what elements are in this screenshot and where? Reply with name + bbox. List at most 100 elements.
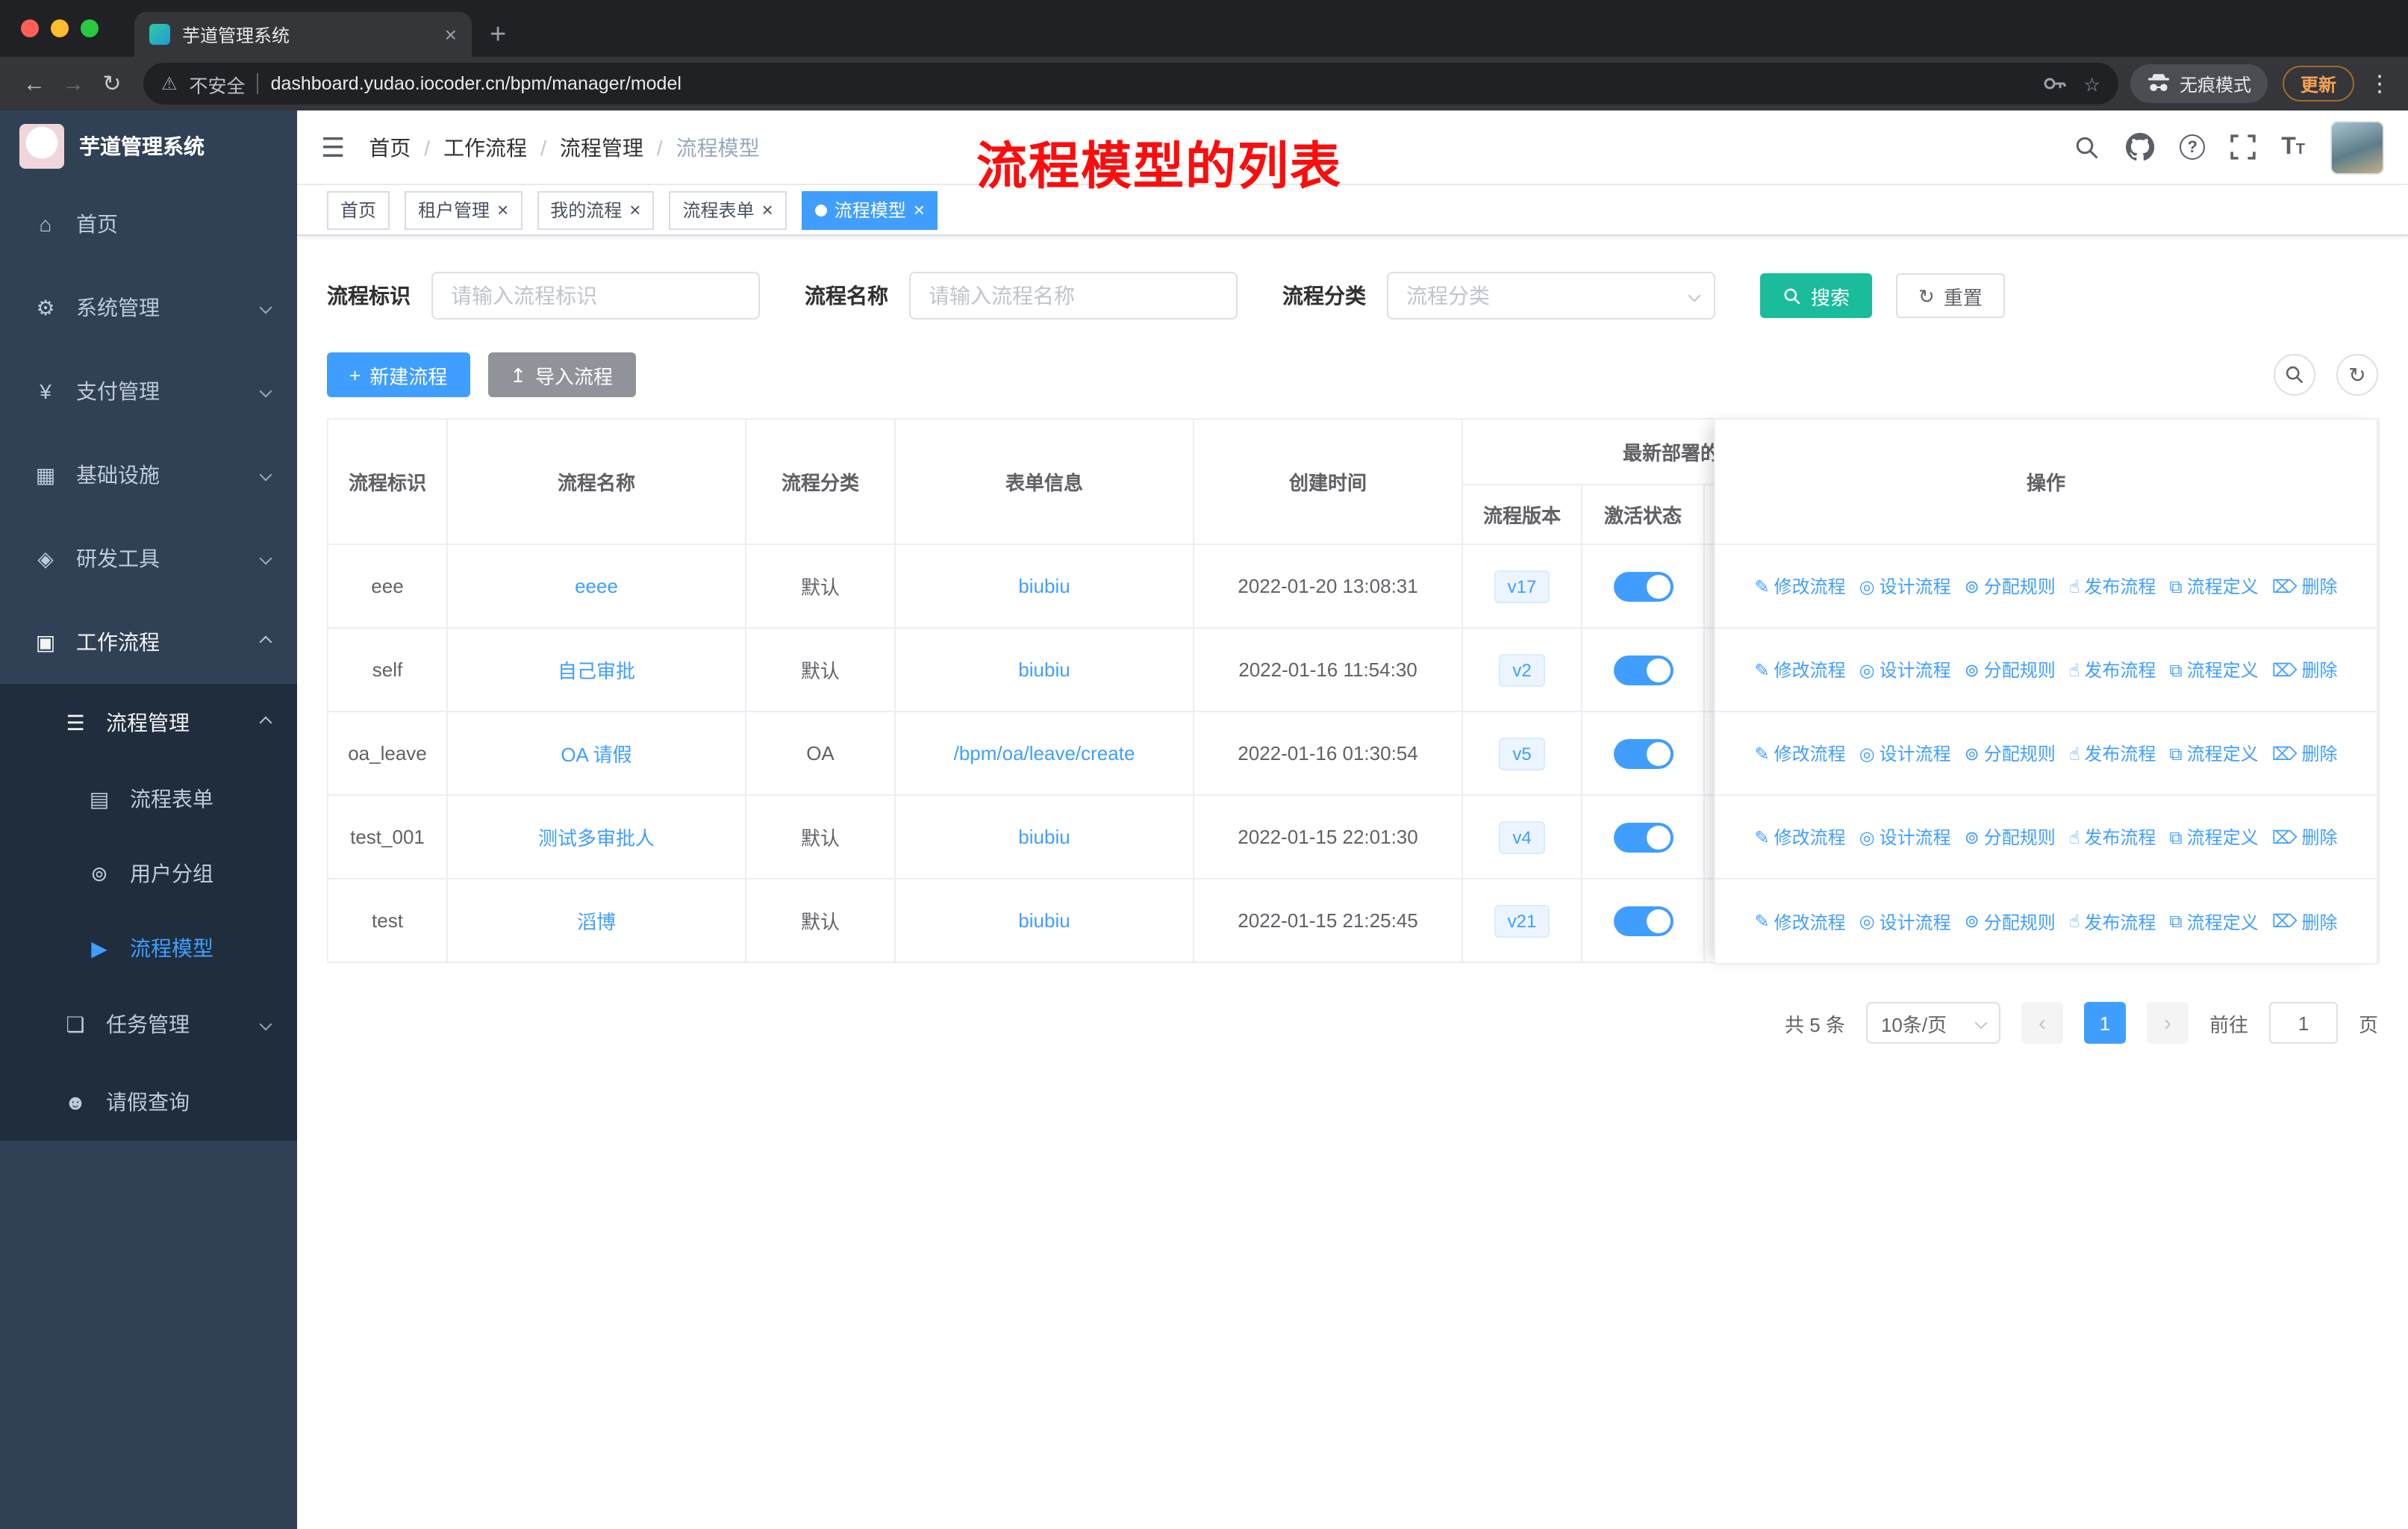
address-bar[interactable]: ⚠ 不安全 dashboard.yudao.iocoder.cn/bpm/man…: [143, 63, 2118, 105]
page-size-select[interactable]: 10条/页: [1865, 1002, 2000, 1044]
sidebar-item-user-group[interactable]: ⊚ 用户分组: [0, 836, 297, 911]
breadcrumb-item[interactable]: 流程管理: [560, 132, 643, 162]
process-name-link[interactable]: OA 请假: [561, 744, 631, 766]
key-icon[interactable]: [2042, 72, 2066, 96]
active-toggle[interactable]: [1613, 571, 1673, 601]
action-edit[interactable]: ✎ 修改流程: [1754, 741, 1845, 766]
app-logo[interactable]: 芋道管理系统: [0, 110, 297, 182]
action-edit[interactable]: ✎ 修改流程: [1754, 909, 1845, 934]
minimize-window-button[interactable]: [51, 19, 69, 37]
action-publish[interactable]: ☝ 发布流程: [2069, 657, 2156, 682]
process-id-input[interactable]: [431, 272, 760, 320]
sidebar-item-process-form[interactable]: ▤ 流程表单: [0, 762, 297, 836]
action-definition[interactable]: ⧉ 流程定义: [2169, 573, 2258, 599]
sidebar-item-process-management[interactable]: ☰ 流程管理: [0, 684, 297, 762]
action-delete[interactable]: ⌦ 删除: [2272, 573, 2338, 599]
process-name-link[interactable]: 自己审批: [558, 660, 635, 682]
sidebar-item-devtools[interactable]: ◈ 研发工具: [0, 517, 297, 600]
toolbar-search-button[interactable]: [2274, 354, 2315, 396]
user-avatar[interactable]: [2330, 120, 2384, 174]
form-info-link[interactable]: biubiu: [1018, 575, 1070, 597]
reload-icon[interactable]: ↻: [93, 72, 131, 95]
sidebar-item-home[interactable]: ⌂ 首页: [0, 182, 297, 266]
prev-page-button[interactable]: ‹: [2021, 1002, 2063, 1044]
action-edit[interactable]: ✎ 修改流程: [1754, 573, 1845, 599]
search-button[interactable]: 搜索: [1760, 273, 1873, 318]
tag-home[interactable]: 首页: [327, 190, 390, 229]
tag-process-model[interactable]: 流程模型 ×: [801, 190, 938, 229]
process-name-link[interactable]: eeee: [575, 575, 618, 597]
back-icon[interactable]: ←: [15, 72, 54, 95]
github-icon[interactable]: [2126, 133, 2155, 161]
forward-icon[interactable]: →: [54, 72, 93, 95]
new-tab-button[interactable]: +: [490, 21, 506, 49]
process-name-link[interactable]: 滔博: [577, 911, 616, 933]
close-window-button[interactable]: [21, 19, 39, 37]
action-edit[interactable]: ✎ 修改流程: [1754, 824, 1845, 850]
action-publish[interactable]: ☝ 发布流程: [2069, 824, 2156, 850]
active-toggle[interactable]: [1613, 822, 1673, 852]
close-icon[interactable]: ×: [914, 200, 925, 219]
browser-update-button[interactable]: 更新: [2282, 66, 2354, 102]
close-icon[interactable]: ×: [629, 200, 640, 219]
action-assign-rule[interactable]: ⊚ 分配规则: [1965, 824, 2056, 850]
active-toggle[interactable]: [1613, 738, 1673, 768]
action-publish[interactable]: ☝ 发布流程: [2069, 573, 2156, 599]
search-icon[interactable]: [2074, 134, 2100, 161]
maximize-window-button[interactable]: [81, 19, 99, 37]
page-number-current[interactable]: 1: [2083, 1002, 2126, 1044]
action-design[interactable]: ◎ 设计流程: [1859, 573, 1951, 599]
form-info-link[interactable]: /bpm/oa/leave/create: [954, 742, 1135, 764]
version-badge[interactable]: v21: [1494, 904, 1550, 937]
browser-menu-icon[interactable]: ⋮: [2366, 70, 2393, 97]
goto-page-input[interactable]: [2268, 1002, 2338, 1044]
form-info-link[interactable]: biubiu: [1018, 909, 1070, 932]
tag-my-process[interactable]: 我的流程 ×: [537, 190, 655, 229]
active-toggle[interactable]: [1613, 906, 1673, 935]
action-assign-rule[interactable]: ⊚ 分配规则: [1965, 657, 2056, 682]
action-assign-rule[interactable]: ⊚ 分配规则: [1965, 741, 2056, 766]
sidebar-item-infrastructure[interactable]: ▦ 基础设施: [0, 433, 297, 517]
reset-button[interactable]: ↻ 重置: [1896, 273, 2005, 318]
action-publish[interactable]: ☝ 发布流程: [2069, 741, 2156, 766]
process-name-input[interactable]: [909, 272, 1238, 320]
action-delete[interactable]: ⌦ 删除: [2272, 824, 2338, 850]
action-definition[interactable]: ⧉ 流程定义: [2169, 909, 2258, 934]
action-assign-rule[interactable]: ⊚ 分配规则: [1965, 909, 2056, 934]
action-delete[interactable]: ⌦ 删除: [2272, 657, 2338, 682]
breadcrumb-item[interactable]: 工作流程: [443, 132, 527, 162]
action-assign-rule[interactable]: ⊚ 分配规则: [1965, 573, 2056, 599]
close-icon[interactable]: ×: [497, 200, 508, 219]
process-name-link[interactable]: 测试多审批人: [538, 827, 655, 850]
version-badge[interactable]: v5: [1499, 737, 1545, 770]
action-design[interactable]: ◎ 设计流程: [1859, 824, 1951, 850]
create-process-button[interactable]: + 新建流程: [327, 352, 470, 397]
toolbar-refresh-button[interactable]: ↻: [2336, 354, 2378, 396]
font-size-icon[interactable]: TT: [2281, 134, 2305, 159]
tag-tenant[interactable]: 租户管理 ×: [405, 190, 523, 229]
action-definition[interactable]: ⧉ 流程定义: [2169, 657, 2258, 682]
tag-process-form[interactable]: 流程表单 ×: [669, 190, 787, 229]
version-badge[interactable]: v4: [1499, 820, 1545, 853]
bookmark-star-icon[interactable]: ☆: [2084, 72, 2100, 95]
action-edit[interactable]: ✎ 修改流程: [1754, 657, 1845, 682]
sidebar-collapse-icon[interactable]: ☰: [321, 134, 345, 161]
action-definition[interactable]: ⧉ 流程定义: [2169, 741, 2258, 766]
category-select[interactable]: 流程分类: [1387, 272, 1715, 320]
tab-close-icon[interactable]: ×: [445, 22, 457, 46]
sidebar-item-workflow[interactable]: ▣ 工作流程: [0, 600, 297, 684]
sidebar-item-payment[interactable]: ¥ 支付管理: [0, 349, 297, 433]
fullscreen-icon[interactable]: [2230, 134, 2256, 160]
sidebar-item-system[interactable]: ⚙ 系统管理: [0, 266, 297, 349]
version-badge[interactable]: v2: [1499, 653, 1545, 686]
action-delete[interactable]: ⌦ 删除: [2272, 909, 2338, 934]
browser-tab[interactable]: 芋道管理系统 ×: [134, 12, 472, 57]
form-info-link[interactable]: biubiu: [1018, 658, 1070, 681]
active-toggle[interactable]: [1613, 655, 1673, 685]
version-badge[interactable]: v17: [1494, 570, 1550, 602]
action-design[interactable]: ◎ 设计流程: [1859, 741, 1951, 766]
sidebar-item-leave-query[interactable]: ☻ 请假查询: [0, 1063, 297, 1141]
close-icon[interactable]: ×: [762, 200, 773, 219]
sidebar-item-task-management[interactable]: ❏ 任务管理: [0, 985, 297, 1063]
form-info-link[interactable]: biubiu: [1018, 826, 1070, 848]
